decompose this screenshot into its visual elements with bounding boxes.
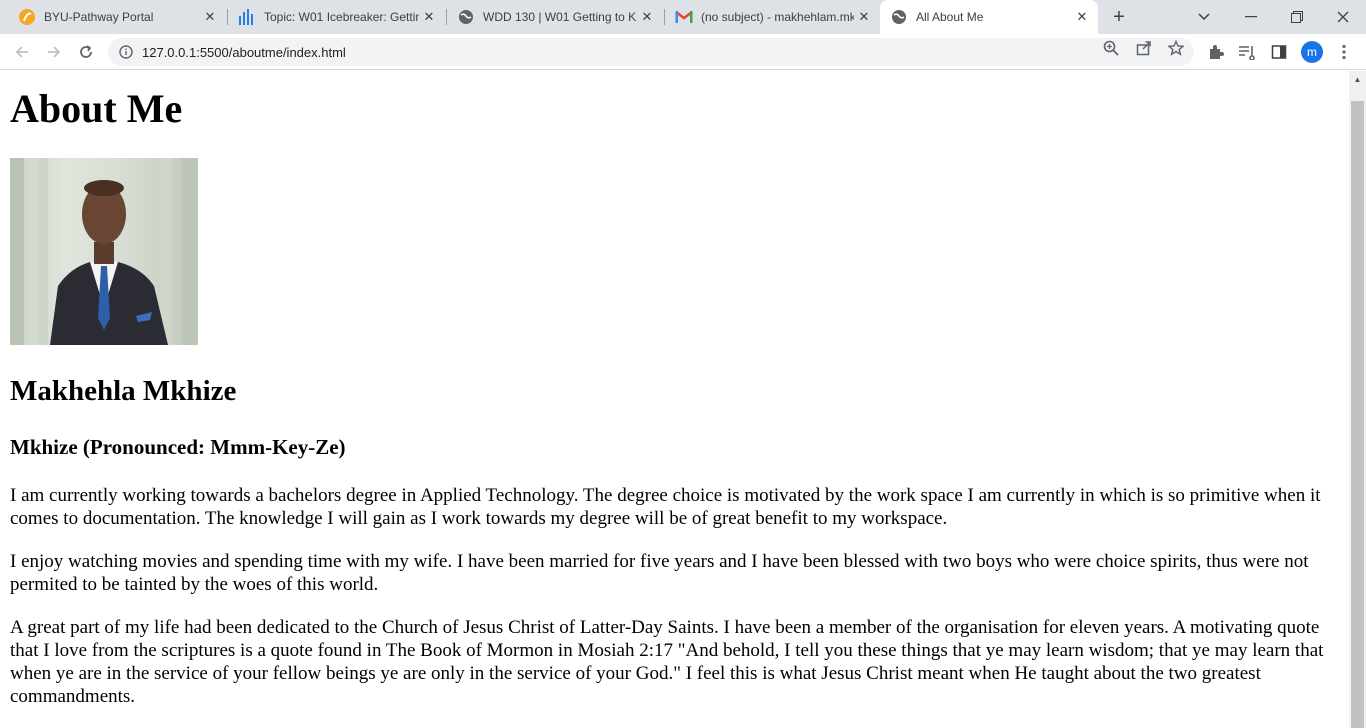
page-title: About Me xyxy=(10,86,183,131)
globe-icon xyxy=(890,8,908,26)
bars-chart-icon xyxy=(238,8,256,26)
arrow-right-icon xyxy=(48,46,61,58)
tab-search-button[interactable] xyxy=(1181,0,1227,34)
close-icon[interactable]: ✕ xyxy=(419,7,439,27)
gmail-icon xyxy=(675,8,693,26)
restore-icon xyxy=(1291,11,1303,23)
close-icon[interactable]: ✕ xyxy=(637,7,657,27)
address-bar[interactable]: 127.0.0.1:5500/aboutme/index.html xyxy=(108,38,1194,66)
tab-icebreaker[interactable]: Topic: W01 Icebreaker: Getting ✕ xyxy=(228,0,445,34)
globe-icon xyxy=(457,8,475,26)
tab-all-about-me[interactable]: All About Me ✕ xyxy=(880,0,1098,34)
paragraph-education: I am currently working towards a bachelo… xyxy=(10,485,1321,529)
zoom-icon[interactable] xyxy=(1103,40,1119,56)
profile-avatar[interactable]: m xyxy=(1301,41,1323,63)
menu-kebab-icon[interactable] xyxy=(1334,42,1354,62)
profile-photo xyxy=(10,158,198,345)
tab-wdd130[interactable]: WDD 130 | W01 Getting to Kn ✕ xyxy=(447,0,663,34)
new-tab-button[interactable]: + xyxy=(1108,6,1130,28)
close-icon[interactable]: ✕ xyxy=(200,7,220,27)
reading-list-icon[interactable] xyxy=(1237,42,1257,62)
close-icon xyxy=(1337,11,1349,23)
tab-title: (no subject) - makhehlam.mk xyxy=(701,10,854,24)
minimize-icon xyxy=(1245,16,1257,18)
tab-title: Topic: W01 Icebreaker: Getting xyxy=(264,10,419,24)
info-icon[interactable] xyxy=(118,44,134,60)
tab-strip: BYU-Pathway Portal ✕ Topic: W01 Icebreak… xyxy=(0,0,1366,34)
close-icon[interactable]: ✕ xyxy=(1072,7,1092,27)
reload-icon xyxy=(80,45,92,58)
name-pronunciation: Mkhize (Pronounced: Mmm-Key-Ze) xyxy=(10,435,346,459)
tab-byu-pathway[interactable]: BYU-Pathway Portal ✕ xyxy=(8,0,226,34)
side-panel-icon[interactable] xyxy=(1269,42,1289,62)
tab-title: WDD 130 | W01 Getting to Kn xyxy=(483,10,637,24)
arrow-left-icon xyxy=(15,46,28,58)
reload-button[interactable] xyxy=(72,38,100,66)
person-name: Makhehla Mkhize xyxy=(10,375,237,407)
vertical-scrollbar[interactable]: ▲ xyxy=(1349,71,1366,728)
share-icon[interactable] xyxy=(1136,40,1152,56)
minimize-button[interactable] xyxy=(1228,0,1274,34)
scrollbar-thumb[interactable] xyxy=(1351,101,1364,728)
paragraph-family: I enjoy watching movies and spending tim… xyxy=(10,551,1309,595)
page-viewport: About Me Makhehla Mkhize Mkhize (Pronoun… xyxy=(0,71,1349,728)
tab-gmail[interactable]: (no subject) - makhehlam.mk ✕ xyxy=(665,0,880,34)
tab-title: BYU-Pathway Portal xyxy=(44,10,154,24)
chevron-down-icon xyxy=(1198,13,1210,21)
pathway-logo-icon xyxy=(18,8,36,26)
paragraph-faith: A great part of my life had been dedicat… xyxy=(10,617,1324,707)
forward-button[interactable] xyxy=(40,38,68,66)
scroll-up-arrow-icon[interactable]: ▲ xyxy=(1349,71,1366,88)
extensions-icon[interactable] xyxy=(1206,42,1226,62)
url-text: 127.0.0.1:5500/aboutme/index.html xyxy=(142,44,346,60)
restore-button[interactable] xyxy=(1274,0,1320,34)
close-icon[interactable]: ✕ xyxy=(854,7,874,27)
tab-title: All About Me xyxy=(916,10,984,24)
browser-toolbar: 127.0.0.1:5500/aboutme/index.html m xyxy=(0,34,1366,70)
back-button[interactable] xyxy=(8,38,36,66)
close-window-button[interactable] xyxy=(1320,0,1366,34)
bookmark-star-icon[interactable] xyxy=(1168,40,1184,56)
